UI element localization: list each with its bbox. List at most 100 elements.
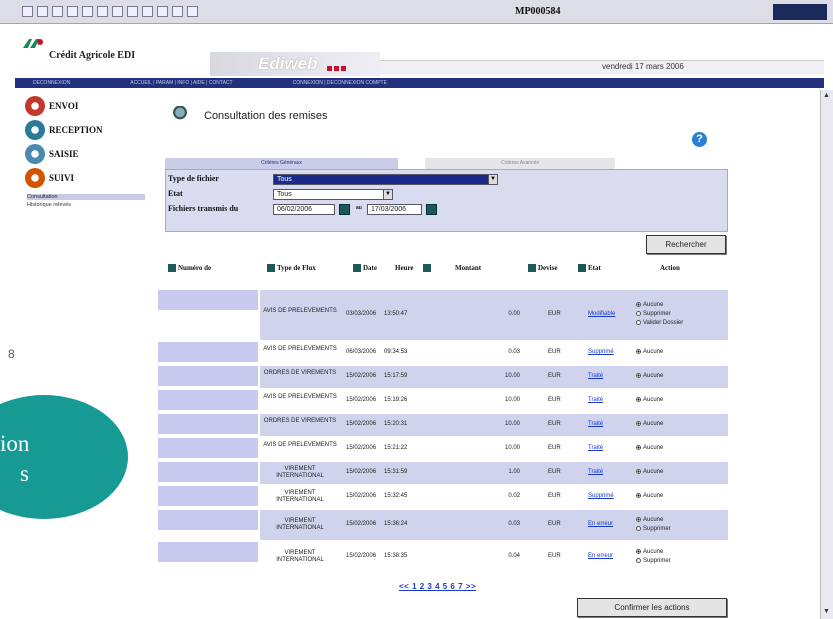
action-radio-aucune[interactable]: Aucune	[636, 420, 663, 429]
date-to-input[interactable]: 17/03/2006	[367, 204, 422, 215]
header-type[interactable]: Type de Flux	[267, 264, 337, 273]
search-icon[interactable]	[97, 6, 108, 17]
action-label: Aucune	[643, 349, 664, 355]
etat-link[interactable]: Traité	[588, 397, 603, 404]
sort-icon[interactable]	[423, 264, 431, 273]
refresh-icon[interactable]	[67, 6, 78, 17]
radio-icon[interactable]	[636, 444, 641, 450]
nav-item-links[interactable]: ACCUEIL | PARAM | INFO | AIDE | CONTACT	[130, 80, 232, 86]
favorites-icon[interactable]	[112, 6, 123, 17]
header-etat[interactable]: Etat	[578, 264, 601, 273]
home-icon[interactable]	[82, 6, 93, 17]
forward-icon[interactable]	[37, 6, 48, 17]
action-radio-valider-dossier[interactable]: Valider Dossier	[636, 319, 683, 328]
type-select[interactable]: Tous ▼	[273, 174, 498, 185]
date-cell: 15/02/2006	[346, 397, 377, 403]
calendar-to-icon[interactable]	[426, 204, 437, 215]
sidebar-item-envoi[interactable]: ENVOI	[25, 96, 78, 116]
sort-icon[interactable]	[528, 264, 536, 273]
tab-criteres-avances[interactable]: Critères Avancés	[425, 158, 615, 169]
sidebar-item-saisie[interactable]: SAISIE	[25, 144, 79, 164]
action-radio-supprimer[interactable]: Supprimer	[636, 310, 671, 319]
heure-cell: 15:17:59	[384, 373, 408, 379]
etat-link[interactable]: En erreur	[588, 553, 613, 560]
action-radio-supprimer[interactable]: Supprimer	[636, 557, 671, 566]
sort-icon[interactable]	[168, 264, 176, 273]
window-controls[interactable]	[773, 4, 827, 20]
radio-icon[interactable]	[636, 525, 641, 531]
devise-cell: EUR	[548, 553, 561, 559]
date-cell: 15/02/2006	[346, 553, 377, 559]
search-button[interactable]: Rechercher	[646, 235, 726, 254]
sort-icon[interactable]	[578, 264, 586, 273]
date-from-input[interactable]: 06/02/2006	[273, 204, 335, 215]
mail-icon[interactable]	[142, 6, 153, 17]
print-icon[interactable]	[157, 6, 168, 17]
header-date[interactable]: Date	[353, 264, 377, 273]
calendar-from-icon[interactable]	[339, 204, 350, 215]
history-icon[interactable]	[127, 6, 138, 17]
discuss-icon[interactable]	[187, 6, 198, 17]
edit-icon[interactable]	[172, 6, 183, 17]
confirm-actions-button[interactable]: Confirmer les actions	[577, 598, 727, 617]
etat-link[interactable]: Traité	[588, 373, 603, 380]
heure-cell: 13:50:47	[384, 311, 408, 317]
scrollbar[interactable]: ▲ ▼	[820, 90, 833, 619]
scroll-down-icon[interactable]: ▼	[823, 608, 830, 615]
etat-select[interactable]: Tous ▼	[273, 189, 393, 200]
radio-icon[interactable]	[636, 492, 641, 498]
radio-icon[interactable]	[636, 468, 641, 474]
radio-icon[interactable]	[636, 420, 641, 426]
type-cell: VIREMENT INTERNATIONAL	[276, 518, 324, 531]
pagination[interactable]: << 1 2 3 4 5 6 7 >>	[399, 582, 476, 591]
etat-link[interactable]: Traité	[588, 469, 603, 476]
montant-cell: 10.00	[504, 373, 520, 379]
sidebar-subitem-historique[interactable]: Historique relevés	[27, 202, 71, 208]
action-radio-aucune[interactable]: Aucune	[636, 396, 663, 405]
action-radio-aucune[interactable]: Aucune	[636, 468, 663, 477]
header-devise[interactable]: Devise	[528, 264, 557, 273]
action-radio-supprimer[interactable]: Supprimer	[636, 525, 671, 534]
help-icon[interactable]: ?	[692, 132, 707, 147]
radio-icon[interactable]	[636, 372, 641, 378]
action-radio-aucune[interactable]: Aucune	[636, 372, 663, 381]
tab-criteres-generaux[interactable]: Critères Généraux	[165, 158, 398, 169]
action-radio-aucune[interactable]: Aucune	[636, 301, 663, 310]
etat-link[interactable]: Supprimé	[588, 493, 614, 500]
stop-icon[interactable]	[52, 6, 63, 17]
nav-item-connexion[interactable]: CONNEXION | DECONNEXION COMPTE	[293, 80, 387, 86]
devise-cell: EUR	[548, 445, 561, 451]
scroll-up-icon[interactable]: ▲	[823, 92, 830, 99]
nav-item-deconnexion[interactable]: DECONNEXION	[33, 80, 70, 86]
header-montant[interactable]	[423, 264, 433, 273]
montant-cell: 10.00	[504, 421, 520, 427]
etat-link[interactable]: Traité	[588, 421, 603, 428]
etat-link[interactable]: Supprimé	[588, 349, 614, 356]
action-radio-aucune[interactable]: Aucune	[636, 444, 663, 453]
sidebar-item-reception[interactable]: RECEPTION	[25, 120, 103, 140]
etat-link[interactable]: Traité	[588, 445, 603, 452]
action-radio-aucune[interactable]: Aucune	[636, 516, 663, 525]
radio-icon[interactable]	[636, 319, 641, 325]
etat-link[interactable]: Modifiable	[588, 311, 615, 318]
radio-icon[interactable]	[636, 548, 641, 554]
radio-icon[interactable]	[636, 310, 641, 316]
sidebar-subitem-consultation[interactable]: Consultation	[27, 194, 145, 200]
radio-icon[interactable]	[636, 348, 641, 354]
radio-icon[interactable]	[636, 396, 641, 402]
numero-cell	[158, 290, 258, 340]
etat-link[interactable]: En erreur	[588, 521, 613, 528]
sidebar-item-suivi[interactable]: SUIVI	[25, 168, 74, 188]
radio-icon[interactable]	[636, 557, 641, 563]
sort-icon[interactable]	[353, 264, 361, 273]
back-icon[interactable]	[22, 6, 33, 17]
sort-icon[interactable]	[267, 264, 275, 273]
overlay-line-2: s	[20, 461, 29, 486]
action-radio-aucune[interactable]: Aucune	[636, 348, 663, 357]
header-numero[interactable]: Numéro de	[168, 264, 211, 273]
radio-icon[interactable]	[636, 301, 641, 307]
radio-icon[interactable]	[636, 516, 641, 522]
row-content: VIREMENT INTERNATIONAL 15/02/2006 15:31:59…	[260, 462, 728, 484]
action-radio-aucune[interactable]: Aucune	[636, 492, 663, 501]
action-radio-aucune[interactable]: Aucune	[636, 548, 663, 557]
